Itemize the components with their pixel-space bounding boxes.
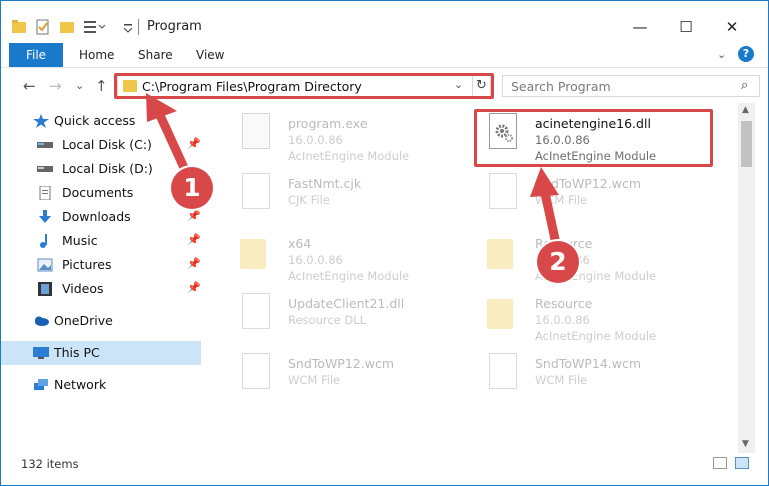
window-title: Program [147,19,202,34]
nav-item-local-disk-c[interactable]: Local Disk (C:) 📌 [1,133,201,157]
tab-home[interactable]: Home [79,43,114,67]
step-badge-1: 1 [171,167,213,209]
file-item-updateclient21-dll[interactable]: UpdateClient21.dll Resource DLL [218,287,458,339]
folder-icon [12,20,26,33]
file-item-x64[interactable]: x64 16.0.0.86 AcInetEngine Module [218,227,458,283]
drive-icon [37,166,53,172]
tab-view[interactable]: View [196,43,224,67]
file-icon [238,353,274,397]
file-highlight [474,109,713,167]
search-placeholder: Search Program [511,79,611,94]
title-bar: Program — ☐ ✕ [1,1,768,41]
nav-item-local-disk-d[interactable]: Local Disk (D:) [1,157,201,181]
pin-icon: 📌 [187,137,201,150]
properties-icon[interactable] [35,19,51,35]
pin-icon: 📌 [187,209,201,222]
search-icon[interactable]: ⌕ [741,78,748,93]
file-list: program.exe 16.0.0.86 AcInetEngine Modul… [206,103,738,453]
chevron-down-icon[interactable] [123,19,133,35]
ribbon-tabs: File Home Share View ⌄ ? [1,41,768,67]
nav-item-network[interactable]: Network [1,373,201,397]
folder-icon [485,233,521,277]
folder-icon [238,233,274,277]
music-icon [40,234,47,248]
item-count: 132 items [21,457,79,471]
nav-item-this-pc[interactable]: This PC [1,341,201,365]
file-item-resource[interactable]: Resource 16.0.0.86 AcInetEngine Module [465,287,705,343]
back-button[interactable]: ← [23,77,36,95]
nav-item-onedrive[interactable]: OneDrive [1,309,201,333]
navigation-pane: Quick access Local Disk (C:) 📌 Local Dis… [1,103,206,453]
explorer-window: Program — ☐ ✕ File Home Share View ⌄ ? ←… [0,0,769,486]
customize-quick-access-icon[interactable] [83,19,107,35]
tab-share[interactable]: Share [138,43,173,67]
drive-icon [37,142,53,148]
scroll-down-icon[interactable]: ▼ [742,439,749,449]
maximize-button[interactable]: ☐ [663,13,709,41]
details-view-icon[interactable] [713,457,727,469]
tab-file[interactable]: File [9,43,63,67]
computer-icon [33,347,49,359]
documents-icon [39,186,51,200]
nav-item-downloads[interactable]: Downloads 📌 [1,205,201,229]
folder-icon [485,293,521,337]
new-folder-icon[interactable] [59,19,75,35]
video-icon [38,282,52,296]
large-icons-view-icon[interactable] [735,457,749,469]
address-bar-highlight [114,73,494,99]
pin-icon: 📌 [187,257,201,270]
vertical-scrollbar[interactable]: ▲ ▼ [738,103,755,453]
file-icon [485,173,521,217]
network-icon [34,379,48,390]
file-item-sndtowp14-wcm[interactable]: SndToWP14.wcm WCM File [465,347,705,399]
file-item-program-exe[interactable]: program.exe 16.0.0.86 AcInetEngine Modul… [218,107,458,163]
ribbon-expand-icon[interactable]: ⌄ [717,48,726,61]
nav-item-pictures[interactable]: Pictures 📌 [1,253,201,277]
title-separator [138,19,139,35]
forward-button[interactable]: → [49,77,62,95]
pictures-icon [37,258,53,272]
recent-locations-button[interactable]: ⌄ [75,79,84,92]
file-item-sndtowp12-wcm[interactable]: SndToWP12.wcm WCM File [465,167,705,219]
download-icon [39,210,51,223]
exe-icon [238,113,274,157]
search-input[interactable]: Search Program ⌕ [502,75,760,97]
star-icon [33,114,49,128]
nav-item-music[interactable]: Music 📌 [1,229,201,253]
pin-icon: 📌 [187,281,201,294]
address-row: ← → ⌄ ↑ C:\Program Files\Program Directo… [1,67,768,103]
minimize-button[interactable]: — [617,13,663,41]
scroll-thumb[interactable] [741,121,752,167]
file-item-fastnmt-cjk[interactable]: FastNmt.cjk CJK File [218,167,458,219]
dll-gear-icon [238,293,274,337]
close-button[interactable]: ✕ [709,13,755,41]
file-icon [485,353,521,397]
nav-item-videos[interactable]: Videos 📌 [1,277,201,301]
up-button[interactable]: ↑ [95,77,108,95]
scroll-up-icon[interactable]: ▲ [742,105,749,115]
nav-item-quick-access[interactable]: Quick access [1,109,201,133]
status-bar: 132 items [1,453,768,475]
file-icon [238,173,274,217]
step-badge-2: 2 [537,241,579,283]
pin-icon: 📌 [187,233,201,246]
file-item-resource[interactable]: Resource 16.0.0.86 AcInetEngine Module [465,227,705,283]
file-item-sndtowp12-wcm[interactable]: SndToWP12.wcm WCM File [218,347,458,399]
cloud-icon [35,316,49,326]
help-icon[interactable]: ? [738,46,754,62]
